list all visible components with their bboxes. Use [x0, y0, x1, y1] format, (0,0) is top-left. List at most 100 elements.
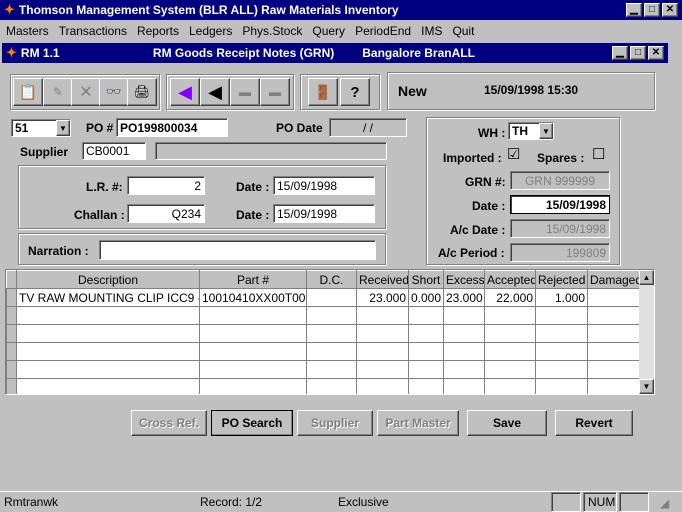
menu-phys-stock[interactable]: Phys.Stock — [242, 24, 302, 38]
grid-cell[interactable] — [535, 360, 588, 379]
grid-cell[interactable] — [535, 378, 588, 394]
scroll-down-button[interactable]: ▼ — [639, 379, 654, 394]
next-record-button[interactable]: ▬ — [230, 78, 260, 106]
grid-cell[interactable] — [306, 360, 357, 379]
grid-cell[interactable] — [306, 342, 357, 361]
exit-button[interactable]: 🚪 — [308, 78, 338, 106]
row-header[interactable] — [6, 324, 17, 343]
col-excess[interactable]: Excess — [443, 270, 485, 289]
grid-cell[interactable] — [587, 378, 641, 394]
cell-rejected[interactable]: 1.000 — [535, 288, 588, 307]
col-received[interactable]: Received — [356, 270, 409, 289]
supplier-name-input[interactable] — [155, 142, 387, 160]
cell-dc[interactable] — [306, 288, 357, 307]
grid-cell[interactable] — [356, 360, 409, 379]
grid-cell[interactable] — [484, 342, 536, 361]
grid-cell[interactable] — [16, 360, 200, 379]
table-row[interactable] — [6, 342, 641, 361]
menu-transactions[interactable]: Transactions — [59, 24, 127, 38]
child-minimize-button[interactable]: ▁ — [612, 46, 628, 60]
supplier-code-input[interactable]: CB0001 — [82, 142, 146, 160]
grid-cell[interactable] — [408, 324, 444, 343]
grid-cell[interactable] — [306, 324, 357, 343]
row-header[interactable] — [6, 360, 17, 379]
grid-cell[interactable] — [443, 360, 485, 379]
table-row[interactable] — [6, 324, 641, 343]
wh-select-arrow[interactable]: ▼ — [539, 123, 553, 139]
close-button[interactable]: ✕ — [662, 3, 678, 17]
grn-number-input[interactable]: GRN 999999 — [510, 171, 610, 190]
grid-cell[interactable] — [408, 306, 444, 325]
po-search-button[interactable]: PO Search — [211, 410, 293, 436]
menu-masters[interactable]: Masters — [6, 24, 49, 38]
col-part-number[interactable]: Part # — [199, 270, 307, 289]
new-record-button[interactable]: 📋 — [13, 78, 43, 106]
grid-cell[interactable] — [199, 378, 307, 394]
revert-button[interactable]: Revert — [555, 410, 633, 436]
row-header[interactable] — [6, 378, 17, 394]
table-row[interactable] — [6, 378, 641, 394]
resize-grip-icon[interactable]: ◢ — [660, 496, 669, 510]
narration-input[interactable] — [99, 240, 376, 260]
table-row[interactable] — [6, 306, 641, 325]
grid-cell[interactable] — [199, 360, 307, 379]
grid-cell[interactable] — [199, 342, 307, 361]
ac-period-input[interactable]: 199809 — [510, 243, 610, 262]
grid-vertical-scrollbar[interactable]: ▲ ▼ — [639, 270, 654, 394]
table-row[interactable] — [6, 360, 641, 379]
grid-cell[interactable] — [408, 342, 444, 361]
cell-description[interactable]: TV RAW MOUNTING CLIP ICC9 -- 0 — [16, 288, 200, 307]
col-damaged[interactable]: Damaged — [587, 270, 641, 289]
app-fox-icon[interactable]: ✦ — [4, 2, 15, 18]
cross-ref-button[interactable]: Cross Ref. — [131, 410, 207, 436]
print-button[interactable]: 🖨 — [127, 78, 157, 106]
po-date-input[interactable]: / / — [329, 118, 407, 137]
previous-record-button[interactable]: ◀ — [200, 78, 230, 106]
challan-input[interactable]: Q234 — [127, 204, 205, 223]
col-accepted[interactable]: Accepted — [484, 270, 536, 289]
save-button[interactable]: Save — [467, 410, 547, 436]
imported-checkbox[interactable]: ☑ — [507, 145, 520, 163]
grid-cell[interactable] — [587, 324, 641, 343]
part-master-button[interactable]: Part Master — [377, 410, 459, 436]
grid-cell[interactable] — [356, 324, 409, 343]
edit-button[interactable]: ✎ — [43, 78, 73, 106]
grid-cell[interactable] — [484, 378, 536, 394]
grid-cell[interactable] — [16, 324, 200, 343]
grid-cell[interactable] — [356, 306, 409, 325]
col-rejected[interactable]: Rejected — [535, 270, 588, 289]
grid-cell[interactable] — [443, 306, 485, 325]
type-select-arrow[interactable]: ▼ — [56, 120, 70, 136]
lr-number-input[interactable]: 2 — [127, 176, 205, 195]
grid-cell[interactable] — [443, 378, 485, 394]
grid-cell[interactable] — [443, 324, 485, 343]
find-button[interactable]: 👓 — [99, 78, 129, 106]
grid-cell[interactable] — [356, 342, 409, 361]
delete-button[interactable]: ✕ — [71, 78, 101, 106]
grid-cell[interactable] — [484, 324, 536, 343]
cell-damaged[interactable] — [587, 288, 641, 307]
menu-ledgers[interactable]: Ledgers — [189, 24, 232, 38]
first-record-button[interactable]: ◀ — [170, 78, 200, 106]
child-close-button[interactable]: ✕ — [648, 46, 664, 60]
grid-cell[interactable] — [587, 360, 641, 379]
grid-cell[interactable] — [535, 342, 588, 361]
col-description[interactable]: Description — [16, 270, 200, 289]
grid-cell[interactable] — [408, 378, 444, 394]
cell-received[interactable]: 23.000 — [356, 288, 409, 307]
grid-cell[interactable] — [484, 306, 536, 325]
grid-cell[interactable] — [484, 360, 536, 379]
col-dc[interactable]: D.C. — [306, 270, 357, 289]
grid-cell[interactable] — [306, 306, 357, 325]
grid-cell[interactable] — [587, 342, 641, 361]
row-header[interactable] — [6, 288, 17, 307]
grid-cell[interactable] — [306, 378, 357, 394]
ac-date-input[interactable]: 15/09/1998 — [510, 219, 610, 238]
child-fox-icon[interactable]: ✦ — [6, 45, 17, 61]
grid-cell[interactable] — [408, 360, 444, 379]
row-header[interactable] — [6, 306, 17, 325]
cell-short[interactable]: 0.000 — [408, 288, 444, 307]
grid-cell[interactable] — [356, 378, 409, 394]
grid-cell[interactable] — [587, 306, 641, 325]
supplier-button[interactable]: Supplier — [297, 410, 373, 436]
